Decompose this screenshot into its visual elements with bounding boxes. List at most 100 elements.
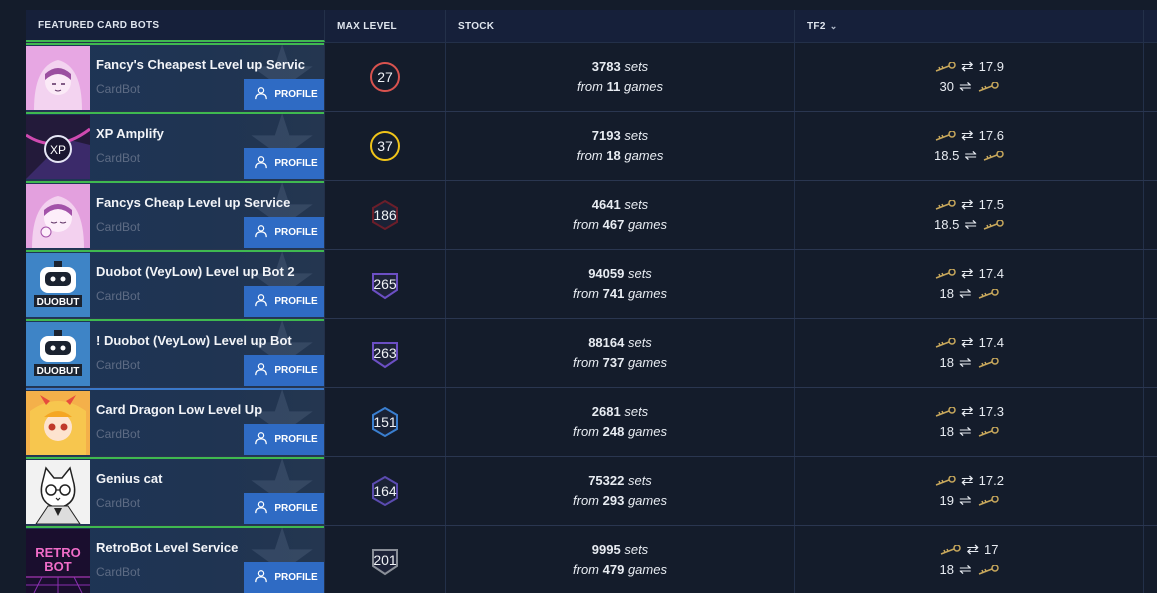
profile-label: PROFILE <box>274 227 318 238</box>
level-value: 263 <box>373 345 397 361</box>
games-unit: games <box>624 148 664 163</box>
bot-avatar[interactable] <box>26 391 90 455</box>
sets-count: 75322 <box>588 473 625 488</box>
sell-rate: 17.9 <box>978 59 1004 74</box>
column-header-tf2[interactable]: TF2 ⌄ <box>795 10 1144 42</box>
sets-line: 9995 sets <box>592 540 648 560</box>
swap-arrows-icon: ⇄ <box>961 196 974 213</box>
games-prefix: from <box>573 493 599 508</box>
games-prefix: from <box>573 217 599 232</box>
sell-rate: 17.4 <box>978 266 1004 281</box>
tf2-price-cell: ⇄ 17.4 18 ⇌ <box>795 319 1144 387</box>
bot-name[interactable]: Duobot (VeyLow) Level up Bot 2 <box>96 264 306 279</box>
tf2-sell-line: ⇄ 17.4 <box>934 264 1004 284</box>
sets-line: 7193 sets <box>592 126 648 146</box>
stock-cell: 4641 sets from 467 games <box>446 181 795 249</box>
tf2-key-icon <box>934 62 956 72</box>
bot-avatar[interactable] <box>26 460 90 524</box>
table-row[interactable]: ★ RETRO BOT RetroBot Level Service CardBot PR… <box>26 526 1157 593</box>
column-header-stock[interactable]: STOCK <box>446 10 795 42</box>
table-body: ★ Fancy's Cheapest Level up Servic CardBot… <box>26 43 1157 593</box>
buy-rate: 18.5 <box>934 217 960 232</box>
bot-type: CardBot <box>96 496 141 510</box>
bot-name[interactable]: Fancys Cheap Level up Service <box>96 195 306 210</box>
swap-arrows-icon: ⇌ <box>958 492 972 509</box>
table-row[interactable]: ★ Genius cat CardBot PROFILE 164 75322 sets fr… <box>26 457 1157 526</box>
max-level-cell: 201 <box>325 526 446 593</box>
profile-label: PROFILE <box>274 296 318 307</box>
bot-name[interactable]: Fancy's Cheapest Level up Servic <box>96 57 306 72</box>
buy-rate: 30 <box>939 79 954 94</box>
stock-cell: 3783 sets from 11 games <box>446 43 795 111</box>
tf2-buy-line: 30 ⇌ <box>939 77 999 97</box>
bot-type: CardBot <box>96 220 141 234</box>
svg-text:BOT: BOT <box>44 559 72 574</box>
sets-line: 75322 sets <box>588 471 652 491</box>
games-prefix: from <box>573 562 599 577</box>
bot-avatar[interactable]: XP <box>26 115 90 179</box>
profile-button[interactable]: PROFILE <box>244 355 324 386</box>
buy-rate: 18 <box>939 424 954 439</box>
table-row[interactable]: ★ DUOBUT! Duobot (VeyLow) Level up Bot Car… <box>26 319 1157 388</box>
level-badge: 164 <box>369 475 401 507</box>
sets-count: 2681 <box>591 404 621 419</box>
profile-button[interactable]: PROFILE <box>244 562 324 593</box>
chevron-down-icon[interactable]: ⌄ <box>830 21 838 32</box>
games-line: from 293 games <box>573 491 667 511</box>
tf2-price-cell: ⇄ 17.6 18.5 ⇌ <box>795 112 1144 180</box>
profile-button[interactable]: PROFILE <box>244 79 324 110</box>
profile-button[interactable]: PROFILE <box>244 217 324 248</box>
table-row[interactable]: ★ Card Dragon Low Level Up CardBot PROFILE 1… <box>26 388 1157 457</box>
games-count: 293 <box>602 493 625 508</box>
games-prefix: from <box>576 79 603 94</box>
table-row[interactable]: ★ DUOBUT Duobot (VeyLow) Level up Bot 2 Car… <box>26 250 1157 319</box>
bot-avatar[interactable] <box>26 184 90 248</box>
tf2-buy-line: 18 ⇌ <box>939 284 999 304</box>
level-badge: 263 <box>369 337 401 369</box>
profile-button[interactable]: PROFILE <box>244 424 324 455</box>
bot-name[interactable]: RetroBot Level Service <box>96 540 306 555</box>
sell-rate: 17.6 <box>978 128 1004 143</box>
stock-cell: 94059 sets from 741 games <box>446 250 795 318</box>
table-row[interactable]: ★ Fancys Cheap Level up Service CardBot PRO… <box>26 181 1157 250</box>
profile-button[interactable]: PROFILE <box>244 286 324 317</box>
sets-unit: sets <box>627 266 652 281</box>
profile-label: PROFILE <box>274 365 318 376</box>
swap-arrows-icon: ⇄ <box>961 334 974 351</box>
swap-arrows-icon: ⇄ <box>966 541 980 558</box>
level-badge: 186 <box>369 199 401 231</box>
table-row[interactable]: ★ Fancy's Cheapest Level up Servic CardBot… <box>26 43 1157 112</box>
tf2-buy-line: 18.5 ⇌ <box>934 146 1004 166</box>
table-row[interactable]: ★ XP XP Amplify CardBot PROFILE 37 7193 sets fr… <box>26 112 1157 181</box>
games-prefix: from <box>573 286 599 301</box>
bot-avatar[interactable]: RETRO BOT <box>26 529 90 593</box>
bot-name[interactable]: Card Dragon Low Level Up <box>96 402 306 417</box>
bot-type: CardBot <box>96 289 141 303</box>
games-unit: games <box>627 424 667 439</box>
user-icon <box>254 155 268 172</box>
sell-rate: 17.5 <box>978 197 1004 212</box>
games-count: 479 <box>602 562 625 577</box>
column-header-max-level[interactable]: MAX LEVEL <box>325 10 446 42</box>
games-count: 248 <box>602 424 625 439</box>
profile-button[interactable]: PROFILE <box>244 493 324 524</box>
games-line: from 248 games <box>573 422 667 442</box>
sets-unit: sets <box>624 542 649 557</box>
max-level-cell: 37 <box>325 112 446 180</box>
tf2-key-icon <box>934 131 956 141</box>
next-column-cell <box>1144 388 1157 456</box>
profile-button[interactable]: PROFILE <box>244 148 324 179</box>
bot-cell: ★ DUOBUT Duobot (VeyLow) Level up Bot 2 Car… <box>26 250 325 318</box>
level-badge: 37 <box>369 130 401 162</box>
bot-avatar[interactable] <box>26 46 90 110</box>
bot-avatar[interactable]: DUOBUT <box>26 322 90 386</box>
bot-name[interactable]: XP Amplify <box>96 126 306 141</box>
swap-arrows-icon: ⇌ <box>958 78 972 95</box>
stock-cell: 75322 sets from 293 games <box>446 457 795 525</box>
bot-name[interactable]: ! Duobot (VeyLow) Level up Bot <box>96 333 306 348</box>
bot-avatar[interactable]: DUOBUT <box>26 253 90 317</box>
bot-name[interactable]: Genius cat <box>96 471 306 486</box>
tf2-sell-line: ⇄ 17.6 <box>934 126 1004 146</box>
games-line: from 479 games <box>573 560 667 580</box>
swap-arrows-icon: ⇄ <box>961 472 974 489</box>
